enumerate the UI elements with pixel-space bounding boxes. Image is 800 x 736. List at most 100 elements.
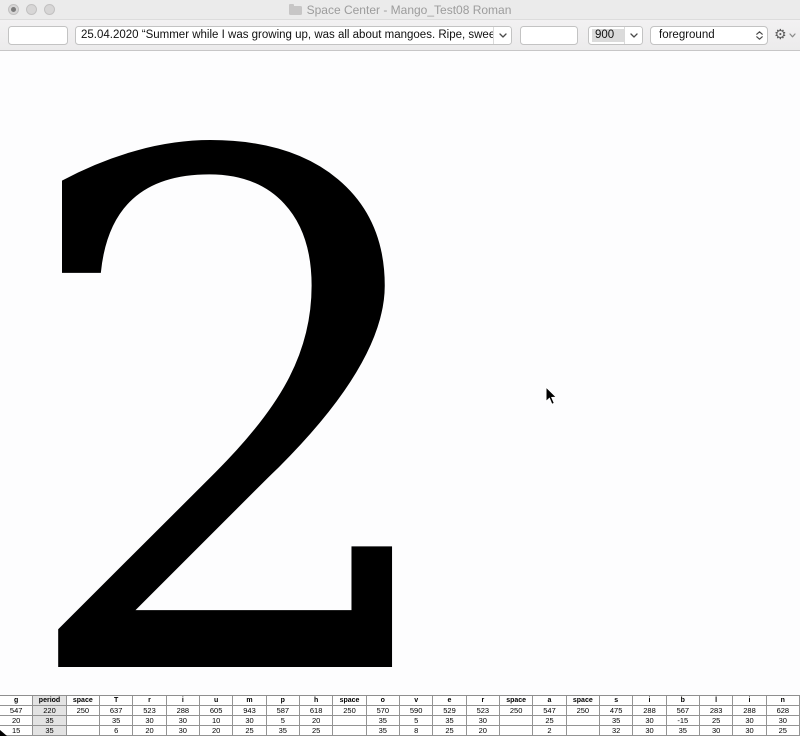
metrics-left-cell[interactable]: 25 xyxy=(533,716,567,726)
metrics-col-header[interactable]: p xyxy=(266,696,300,706)
metrics-width-cell[interactable]: 590 xyxy=(399,706,434,716)
metrics-width-cell[interactable]: 570 xyxy=(366,706,400,716)
metrics-width-cell[interactable]: 637 xyxy=(99,706,134,716)
metrics-col-header[interactable]: space xyxy=(566,696,600,706)
metrics-width-cell[interactable]: 250 xyxy=(499,706,534,716)
metrics-right-cell[interactable]: 20 xyxy=(133,726,167,736)
metrics-width-cell[interactable]: 250 xyxy=(66,706,100,716)
gear-icon[interactable]: ⚙ xyxy=(774,28,787,42)
chevron-down-icon[interactable] xyxy=(493,26,511,44)
metrics-width-cell[interactable]: 250 xyxy=(566,706,600,716)
chevron-down-icon[interactable] xyxy=(624,26,642,44)
metrics-left-cell[interactable]: -15 xyxy=(666,716,700,726)
metrics-col-header[interactable]: u xyxy=(199,696,234,706)
metrics-col-header[interactable]: i xyxy=(166,696,200,706)
metrics-left-cell[interactable]: 30 xyxy=(466,716,500,726)
options-menu-button[interactable]: ⚙ xyxy=(774,28,796,42)
point-size-combobox[interactable]: 900 xyxy=(588,25,643,45)
metrics-col-header[interactable]: e xyxy=(433,696,467,706)
sample-text-value[interactable]: 25.04.2020 “Summer while I was growing u… xyxy=(76,27,493,44)
metrics-width-cell[interactable]: 475 xyxy=(599,706,634,716)
metrics-right-cell[interactable]: 25 xyxy=(433,726,467,736)
metrics-left-cell[interactable]: 30 xyxy=(233,716,267,726)
metrics-col-header[interactable]: g xyxy=(0,696,34,706)
metrics-right-cell[interactable]: 30 xyxy=(699,726,734,736)
metrics-right-cell[interactable]: 32 xyxy=(599,726,634,736)
metrics-right-cell[interactable]: 2 xyxy=(533,726,567,736)
metrics-left-cell[interactable]: 30 xyxy=(133,716,167,726)
metrics-width-cell[interactable]: 288 xyxy=(166,706,200,716)
metrics-col-header[interactable]: m xyxy=(233,696,267,706)
metrics-left-cell[interactable]: 30 xyxy=(766,716,800,726)
point-size-value[interactable]: 900 xyxy=(592,28,624,42)
metrics-width-cell[interactable]: 943 xyxy=(233,706,267,716)
glyph-preview-canvas[interactable]: 2 xyxy=(0,51,800,695)
metrics-right-cell[interactable]: 35 xyxy=(33,726,67,736)
metrics-right-cell[interactable]: 30 xyxy=(633,726,667,736)
metrics-col-header[interactable]: r xyxy=(466,696,500,706)
metrics-width-cell[interactable]: 288 xyxy=(733,706,767,716)
metrics-left-cell[interactable]: 35 xyxy=(433,716,467,726)
metrics-right-cell[interactable]: 35 xyxy=(266,726,300,736)
metrics-width-cell[interactable]: 523 xyxy=(133,706,167,716)
layer-popup-value[interactable]: foreground xyxy=(651,29,756,41)
metrics-col-header[interactable]: a xyxy=(533,696,567,706)
metrics-width-cell[interactable]: 220 xyxy=(33,706,67,716)
metrics-left-cell[interactable]: 35 xyxy=(33,716,67,726)
metrics-right-cell[interactable]: 30 xyxy=(166,726,200,736)
metrics-width-cell[interactable]: 288 xyxy=(633,706,667,716)
metrics-col-header[interactable]: i xyxy=(633,696,667,706)
sample-text-combobox[interactable]: 25.04.2020 “Summer while I was growing u… xyxy=(75,25,512,45)
right-glyph-input[interactable] xyxy=(520,25,578,45)
metrics-col-header[interactable]: b xyxy=(666,696,700,706)
metrics-left-cell[interactable]: 5 xyxy=(266,716,300,726)
metrics-col-header[interactable]: v xyxy=(399,696,434,706)
metrics-width-cell[interactable]: 628 xyxy=(766,706,800,716)
metrics-col-header[interactable]: space xyxy=(333,696,367,706)
metrics-col-header[interactable]: space xyxy=(499,696,534,706)
metrics-col-header[interactable]: period xyxy=(33,696,67,706)
metrics-width-cell[interactable]: 283 xyxy=(699,706,734,716)
metrics-col-header[interactable]: T xyxy=(99,696,134,706)
metrics-left-cell[interactable]: 5 xyxy=(399,716,434,726)
metrics-col-header[interactable]: o xyxy=(366,696,400,706)
metrics-right-cell[interactable]: 8 xyxy=(399,726,434,736)
metrics-right-cell[interactable]: 20 xyxy=(466,726,500,736)
metrics-col-header[interactable]: space xyxy=(66,696,100,706)
metrics-left-cell[interactable]: 20 xyxy=(299,716,334,726)
metrics-left-cell[interactable]: 25 xyxy=(699,716,734,726)
metrics-width-cell[interactable]: 250 xyxy=(333,706,367,716)
metrics-left-cell[interactable]: 35 xyxy=(99,716,134,726)
metrics-left-cell[interactable]: 30 xyxy=(166,716,200,726)
metrics-right-cell[interactable]: 20 xyxy=(199,726,234,736)
metrics-col-header[interactable]: h xyxy=(299,696,334,706)
metrics-col-header[interactable]: i xyxy=(733,696,767,706)
metrics-col-header[interactable]: l xyxy=(699,696,734,706)
metrics-right-cell[interactable]: 35 xyxy=(666,726,700,736)
metrics-left-cell[interactable]: 30 xyxy=(733,716,767,726)
left-glyph-input[interactable] xyxy=(8,25,68,45)
metrics-width-cell[interactable]: 523 xyxy=(466,706,500,716)
metrics-col-header[interactable]: s xyxy=(599,696,634,706)
metrics-left-cell[interactable]: 10 xyxy=(199,716,234,726)
metrics-col-header[interactable]: n xyxy=(766,696,800,706)
metrics-right-cell[interactable]: 35 xyxy=(366,726,400,736)
metrics-col-header[interactable]: r xyxy=(133,696,167,706)
metrics-width-cell[interactable]: 587 xyxy=(266,706,300,716)
metrics-width-cell[interactable]: 567 xyxy=(666,706,700,716)
metrics-right-cell[interactable]: 6 xyxy=(99,726,134,736)
layer-popup-button[interactable]: foreground xyxy=(650,25,768,45)
metrics-left-cell[interactable]: 35 xyxy=(599,716,634,726)
metrics-left-cell[interactable]: 30 xyxy=(633,716,667,726)
metrics-width-cell[interactable]: 618 xyxy=(299,706,334,716)
metrics-right-cell[interactable]: 25 xyxy=(233,726,267,736)
metrics-right-cell[interactable]: 25 xyxy=(299,726,334,736)
metrics-right-cell[interactable]: 25 xyxy=(766,726,800,736)
metrics-width-cell[interactable]: 605 xyxy=(199,706,234,716)
metrics-width-cell[interactable]: 547 xyxy=(533,706,567,716)
metrics-width-cell[interactable]: 529 xyxy=(433,706,467,716)
metrics-right-cell[interactable]: 30 xyxy=(733,726,767,736)
metrics-width-cell[interactable]: 547 xyxy=(0,706,34,716)
metrics-left-cell[interactable]: 20 xyxy=(0,716,34,726)
metrics-left-cell[interactable]: 35 xyxy=(366,716,400,726)
